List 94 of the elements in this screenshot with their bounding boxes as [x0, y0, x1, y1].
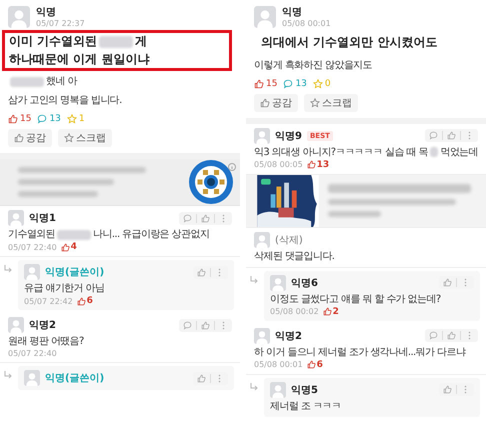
comment-time: 05/07 22:40	[8, 242, 57, 252]
avatar-icon	[8, 210, 24, 226]
ad-banner[interactable]	[0, 159, 240, 206]
text-line: 했네 아	[8, 75, 232, 88]
speech-bubble-icon	[183, 214, 192, 223]
avatar-icon	[8, 317, 24, 334]
text-line: 제너럴 조 ㅋㅋㅋ	[270, 400, 342, 413]
avatar-icon	[254, 328, 270, 344]
scrap-button[interactable]: 스크랩	[58, 129, 112, 148]
thumbs-up-icon	[197, 374, 206, 383]
comment-author: 익명5	[291, 384, 318, 397]
thumbs-up-icon	[201, 320, 210, 330]
link-preview-card[interactable]	[246, 174, 486, 228]
like-count: 6	[306, 360, 323, 370]
speech-bubble-icon	[183, 320, 192, 330]
text-line: 의대에서 기수열외만 안시켰어도	[261, 35, 438, 51]
thumbs-up-icon	[60, 242, 70, 252]
comment-time: 05/07 22:40	[8, 349, 57, 358]
comment-time: 05/08 00:01	[254, 360, 303, 370]
like-button[interactable]: 공감	[254, 94, 298, 112]
text-line: 삭제된 댓글입니다.	[254, 250, 336, 263]
star-icon	[312, 78, 323, 89]
avatar-icon	[254, 128, 270, 144]
comment-time: 05/07 22:42	[24, 296, 73, 306]
reply-arrow-icon	[250, 276, 258, 284]
post-time: 05/07 22:37	[36, 19, 85, 28]
star-icon	[310, 98, 320, 108]
like-count: 15	[8, 114, 32, 124]
text-line: 이미 기수열외된 게	[9, 34, 148, 50]
like-count: 4	[60, 242, 77, 252]
thumbs-up-icon	[260, 98, 270, 108]
emblem-drawing	[188, 159, 234, 206]
thumbs-up-icon	[306, 160, 316, 170]
text-line: 하나때문에 이게 뭔일이냐	[9, 52, 150, 68]
speech-bubble-icon	[429, 331, 438, 340]
speech-bubble-icon	[429, 131, 438, 140]
comment-author: 익명9	[275, 130, 302, 143]
like-button[interactable]: 공감	[8, 129, 52, 148]
scrap-button[interactable]: 스크랩	[304, 94, 358, 112]
thumbs-up-icon	[254, 78, 264, 89]
comment-time: 05/08 00:05	[254, 160, 303, 170]
comment-count: 13	[283, 78, 307, 89]
text-line: 익3 의대생 아니지?ㅋㅋㅋㅋㅋ 실습 때 목 먹었는데	[254, 146, 478, 159]
text-line: 기수열외된 나니... 유급이랑은 상관없지	[8, 228, 210, 242]
reply-arrow-icon	[4, 371, 12, 380]
avatar-icon	[270, 274, 286, 291]
comment-count: 13	[37, 114, 61, 124]
speech-bubble-icon	[37, 114, 48, 124]
like-count: 6	[76, 296, 93, 306]
post-time: 05/08 00:01	[282, 19, 331, 28]
text-line: 이정도 글썼다고 얘를 뭐 할 수가 없는데?	[270, 292, 442, 306]
like-count: 2	[322, 306, 339, 317]
thumbs-up-icon	[443, 278, 452, 288]
info-icon[interactable]	[228, 163, 236, 172]
reply-arrow-icon	[4, 265, 12, 274]
text-line: 하 이거 들으니 제너럴 조가 생각나네...뭐가 다르냐	[254, 346, 467, 359]
thumbs-up-icon	[201, 214, 210, 223]
comment-author: 익명2	[275, 330, 302, 343]
avatar-icon	[8, 6, 30, 28]
post-author: 익명	[282, 6, 303, 19]
comment-author: 익명(글쓴이)	[45, 266, 104, 280]
thumbs-up-icon	[8, 114, 18, 124]
comment-time: 05/08 00:02	[270, 307, 319, 316]
thumbs-up-icon	[197, 268, 206, 277]
thumbs-up-icon	[447, 131, 456, 140]
thumbs-up-icon	[322, 307, 332, 316]
avatar-icon	[24, 264, 40, 280]
like-count: 15	[254, 78, 278, 89]
comment-author: 익명2	[29, 319, 56, 332]
scrap-count: 1	[66, 114, 85, 124]
thumbs-up-icon	[14, 133, 24, 144]
avatar-icon	[254, 6, 276, 28]
thumbs-up-icon	[447, 331, 456, 340]
like-count: 13	[306, 160, 330, 170]
scrap-count: 0	[312, 78, 331, 89]
avatar-icon	[24, 370, 40, 386]
thumbs-up-icon	[306, 360, 316, 370]
text-line: 유급 얘기한거 아님	[24, 282, 106, 296]
comment-author: 익명6	[291, 276, 318, 290]
comment-author: 익명1	[29, 212, 56, 226]
post-author: 익명	[36, 6, 57, 19]
comment-author: 익명(글쓴이)	[45, 372, 104, 386]
speech-bubble-icon	[283, 78, 294, 89]
avatar-icon	[270, 382, 286, 398]
comment-author: (삭제)	[275, 234, 303, 247]
text-line: 이렇게 흑화하진 않았을지도	[254, 58, 373, 72]
avatar-icon	[254, 232, 270, 248]
thumbs-up-icon	[443, 385, 452, 394]
text-line: 삼가 고인의 명복을 빕니다.	[8, 94, 123, 108]
reply-arrow-icon	[250, 382, 258, 391]
star-icon	[64, 133, 74, 144]
text-line: 원래 평판 어땠음?	[8, 335, 85, 348]
thumbs-up-icon	[76, 296, 86, 306]
star-icon	[66, 114, 77, 124]
